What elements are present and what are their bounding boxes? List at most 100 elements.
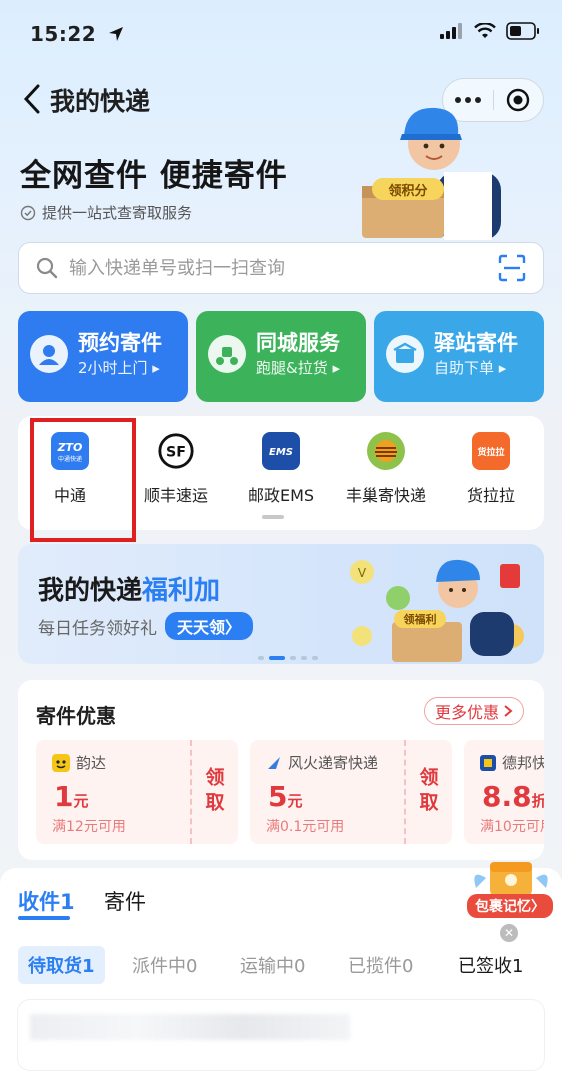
subtab-awaiting-pickup[interactable]: 待取货1 [18, 946, 105, 984]
status-time: 15:22 [30, 22, 124, 46]
tracking-number-input[interactable] [69, 257, 497, 279]
coupon-amount-unit: 元 [73, 792, 89, 810]
book-pickup-card[interactable]: 预约寄件 2小时上门 ▸ [18, 311, 188, 402]
yunda-logo-icon [52, 753, 70, 772]
welfare-badge-text: 领福利 [403, 612, 437, 626]
chevron-right-icon [504, 705, 513, 717]
coupon-brand: 韵达 [52, 752, 106, 773]
coupon-condition: 满10元可用 [480, 819, 544, 835]
tab-receive[interactable]: 收件1 [18, 886, 75, 916]
carrier-name: 丰巢寄快递 [345, 486, 426, 505]
hero-subtitle: 提供一站式查寄取服务 [20, 202, 192, 223]
record-circle-icon [507, 88, 530, 112]
status-indicators [440, 22, 540, 40]
search-icon [36, 257, 58, 279]
tracking-search-bar[interactable] [18, 242, 544, 294]
coupon-section-title: 寄件优惠 [36, 704, 116, 728]
subtab-collected[interactable]: 已揽件0 [348, 952, 413, 978]
book-pickup-subtitle: 2小时上门 ▸ [78, 359, 160, 377]
ems-logo-text: EMS [269, 447, 293, 458]
ems-logo-icon: EMS [262, 432, 300, 470]
coupon-amount: 1元 [54, 780, 89, 813]
coupon-condition: 满0.1元可用 [266, 819, 345, 835]
banner-carousel-dots [258, 656, 318, 660]
claim-coupon-button[interactable]: 领取 [190, 740, 236, 844]
coupon-brand-name: 韵达 [76, 754, 107, 772]
station-send-card[interactable]: 驿站寄件 自助下单 ▸ [374, 311, 544, 402]
banner-title: 我的快递福利加 [38, 570, 220, 607]
lalamove-logo-icon: 货拉拉 [472, 432, 510, 470]
sf-logo-icon: SF [157, 432, 195, 470]
banner-subtitle-text: 每日任务领好礼 [38, 618, 157, 639]
coupon-amount: 8.8折 [482, 780, 544, 813]
subtab-in-transit[interactable]: 运输中0 [240, 952, 305, 978]
more-coupons-label: 更多优惠 [435, 703, 500, 722]
close-widget-button[interactable]: ✕ [500, 924, 518, 942]
coupon-condition: 满12元可用 [52, 819, 126, 835]
carrier-scroll-indicator [262, 515, 284, 519]
coupon-yunda[interactable]: 韵达 1元 满12元可用 领取 [36, 740, 238, 844]
coupon-brand: 德邦快 [480, 752, 544, 773]
carrier-lalamove[interactable]: 货拉拉 货拉拉 [441, 432, 541, 506]
banner-subtitle: 每日任务领好礼 天天领〉 [38, 612, 254, 640]
claim-coupon-button[interactable]: 领取 [404, 740, 450, 844]
daily-claim-button[interactable]: 天天领〉 [165, 612, 254, 640]
coupon-brand-name: 风火递寄快递 [288, 754, 379, 772]
coupon-amount-value: 1 [54, 780, 74, 813]
parcel-station-icon [386, 335, 424, 373]
coupon-amount-unit: 折 [531, 792, 544, 810]
coupon-amount-value: 8.8 [482, 780, 532, 813]
banner-title-main: 我的快递 [38, 576, 143, 606]
hero-subtitle-text: 提供一站式查寄取服务 [42, 204, 193, 222]
hero-title: 全网查件 便捷寄件 [20, 158, 288, 194]
carrier-name: 邮政EMS [247, 486, 315, 505]
status-time-text: 15:22 [30, 22, 97, 46]
scan-icon[interactable] [497, 253, 527, 283]
courier-mascot-illustration[interactable]: 领积分 [342, 100, 502, 240]
station-send-title: 驿站寄件 [434, 331, 518, 355]
svg-text:V: V [358, 566, 367, 580]
subtab-signed[interactable]: 已签收1 [458, 952, 523, 978]
hive-box-logo-icon [367, 432, 405, 470]
subtab-out-for-delivery[interactable]: 派件中0 [132, 952, 197, 978]
book-pickup-title: 预约寄件 [78, 331, 162, 355]
coupon-brand: 风火递寄快递 [266, 752, 378, 773]
courier-avatar-icon [30, 335, 68, 373]
highlight-box [30, 418, 136, 542]
deppon-logo-icon [480, 754, 496, 771]
carrier-hive-box[interactable]: 丰巢寄快递 [336, 432, 436, 506]
carrier-name: 顺丰速运 [143, 486, 208, 505]
back-chevron-icon[interactable] [20, 84, 44, 114]
active-tab-underline [18, 916, 70, 920]
carrier-name: 货拉拉 [466, 486, 515, 505]
points-badge-text: 领积分 [388, 183, 427, 199]
same-city-service-card[interactable]: 同城服务 跑腿&拉货 ▸ [196, 311, 366, 402]
coupon-fenghuodi[interactable]: 风火递寄快递 5元 满0.1元可用 领取 [250, 740, 452, 844]
fenghuodi-logo-icon [268, 756, 280, 769]
tab-send[interactable]: 寄件 [104, 886, 146, 916]
coupon-amount: 5元 [268, 780, 303, 813]
battery-icon [506, 22, 539, 40]
wifi-icon [474, 23, 496, 38]
coupon-amount-unit: 元 [287, 792, 303, 810]
lalamove-logo-text: 货拉拉 [477, 446, 504, 458]
page-title: 我的快递 [50, 87, 151, 116]
coupon-amount-value: 5 [268, 780, 288, 813]
scooter-icon [208, 335, 246, 373]
coupon-brand-name: 德邦快 [502, 754, 544, 772]
banner-title-highlight: 福利加 [142, 576, 221, 606]
cellular-signal-icon [440, 23, 462, 39]
more-coupons-button[interactable]: 更多优惠 [424, 697, 525, 725]
same-city-title: 同城服务 [256, 331, 340, 355]
blurred-parcel-info [30, 1014, 350, 1040]
check-circle-icon [20, 205, 36, 220]
parcel-memory-label[interactable]: 包裹记忆〉 [467, 894, 553, 918]
station-send-subtitle: 自助下单 ▸ [434, 359, 507, 377]
carrier-sf[interactable]: SF 顺丰速运 [126, 432, 226, 506]
sf-logo-text: SF [166, 445, 186, 461]
same-city-subtitle: 跑腿&拉货 ▸ [256, 359, 340, 377]
carrier-ems[interactable]: EMS 邮政EMS [231, 432, 331, 506]
coupon-deppon[interactable]: 德邦快 8.8折 满10元可用 [464, 740, 544, 844]
welfare-mascot-illustration: V 领福利 [350, 559, 524, 662]
location-arrow-icon [108, 27, 123, 41]
